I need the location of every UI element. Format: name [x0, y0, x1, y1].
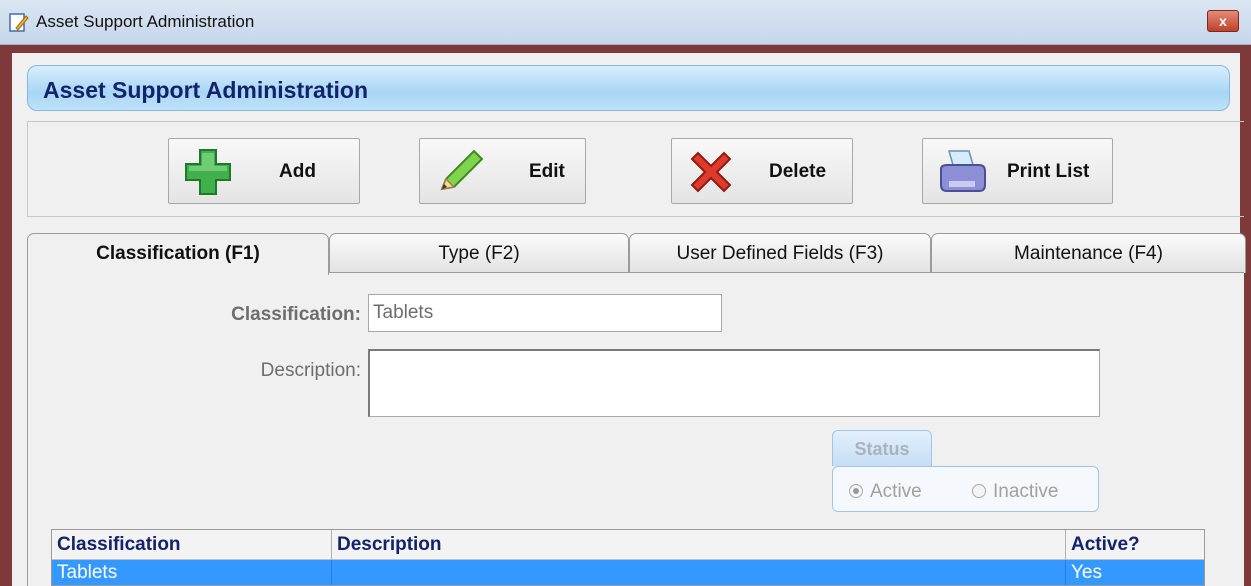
add-button[interactable]: Add [168, 138, 360, 204]
add-button-label: Add [279, 161, 316, 182]
cell-active: Yes [1065, 560, 1204, 585]
description-label: Description: [260, 360, 361, 381]
app-icon [9, 13, 29, 32]
close-button[interactable]: x [1207, 10, 1239, 32]
tab-user-defined-fields[interactable]: User Defined Fields (F3) [629, 233, 931, 273]
edit-button[interactable]: Edit [419, 138, 586, 204]
delete-x-icon [690, 151, 732, 193]
cell-classification: Tablets [57, 562, 118, 583]
toolbar: Add Edit Delete Print List [27, 121, 1244, 217]
close-icon: x [1219, 13, 1227, 29]
status-inactive-label: Inactive [993, 481, 1059, 502]
print-list-button[interactable]: Print List [922, 138, 1113, 204]
grid-header: Classification Description Active? [52, 530, 1204, 560]
window-title: Asset Support Administration [36, 12, 255, 31]
page-title: Asset Support Administration [43, 77, 368, 103]
radio-unselected-icon [972, 484, 986, 498]
description-field[interactable] [368, 349, 1100, 417]
tab-classification[interactable]: Classification (F1) [27, 233, 329, 275]
printer-icon [940, 150, 986, 192]
delete-button[interactable]: Delete [671, 138, 853, 204]
classification-grid[interactable]: Classification Description Active? Table… [51, 529, 1205, 586]
status-active-label: Active [870, 481, 922, 502]
window-frame: Asset Support Administration Add Edit De… [0, 45, 1251, 586]
cell-description [331, 560, 1065, 585]
status-group-label: Status [832, 430, 932, 466]
column-header-description[interactable]: Description [331, 530, 1065, 560]
plus-icon [185, 149, 231, 195]
classification-label: Classification: [231, 304, 361, 325]
column-header-classification[interactable]: Classification [52, 530, 331, 560]
column-header-active[interactable]: Active? [1065, 530, 1204, 560]
print-list-button-label: Print List [1007, 161, 1090, 182]
radio-selected-icon [849, 484, 863, 498]
classification-field[interactable]: Tablets [368, 294, 722, 332]
pencil-icon [440, 149, 484, 191]
status-inactive-radio[interactable]: Inactive [972, 481, 1058, 503]
tab-maintenance[interactable]: Maintenance (F4) [931, 233, 1246, 273]
title-bar: Asset Support Administration x [0, 0, 1251, 45]
window-content: Asset Support Administration Add Edit De… [12, 53, 1246, 586]
delete-button-label: Delete [769, 161, 827, 182]
tab-type[interactable]: Type (F2) [329, 233, 629, 273]
edit-button-label: Edit [529, 161, 565, 182]
table-row[interactable]: Tablets Yes [52, 560, 1204, 585]
header-banner: Asset Support Administration [27, 65, 1230, 111]
status-active-radio[interactable]: Active [849, 481, 922, 503]
